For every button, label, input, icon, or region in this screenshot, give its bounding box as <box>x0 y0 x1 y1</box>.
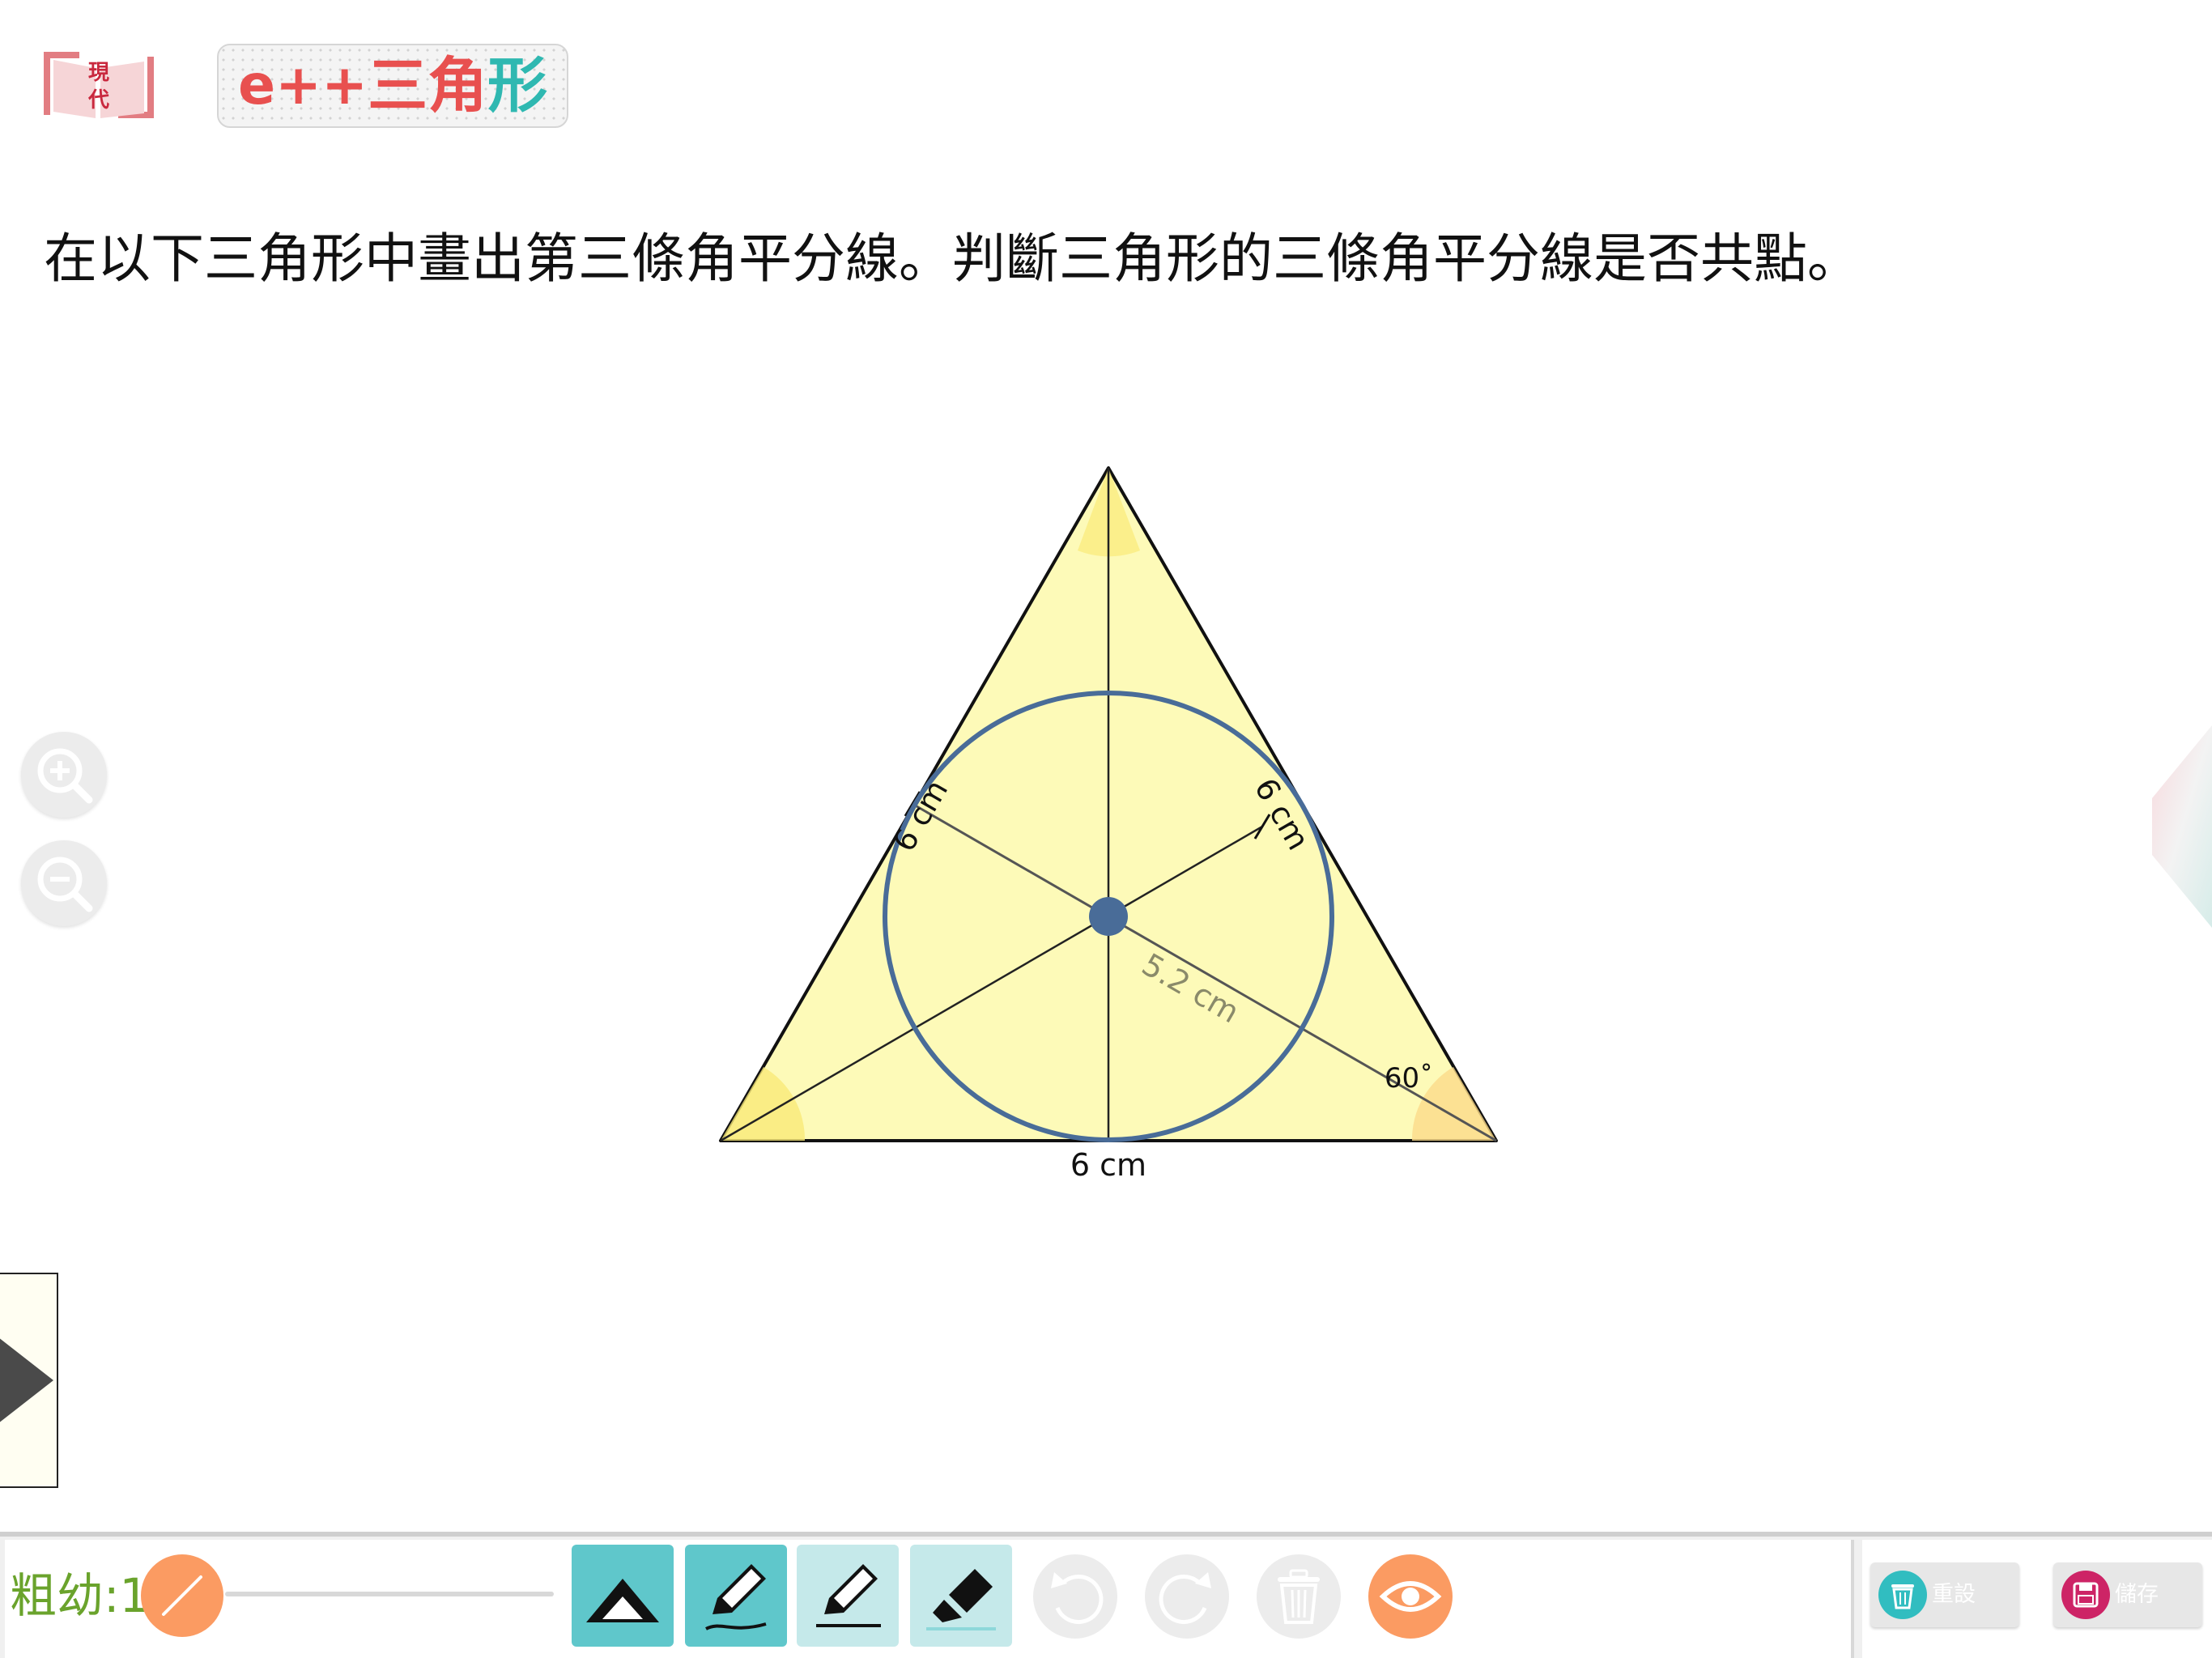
side-panel-toggle[interactable] <box>0 1273 58 1488</box>
app-title-badge: e++ 三角形 <box>217 44 568 128</box>
incircle <box>883 691 1334 1142</box>
stroke-color-button[interactable] <box>141 1554 223 1637</box>
app-title-char: 角 <box>428 51 488 121</box>
trash-icon <box>1878 1571 1927 1619</box>
zoom-out-icon <box>37 857 93 912</box>
app-title: 三角形 <box>368 56 547 116</box>
save-button[interactable]: 儲存 <box>2053 1562 2202 1627</box>
apex-angle-marker <box>1078 468 1140 557</box>
base-right-angle-marker <box>1411 1067 1496 1141</box>
redo-icon <box>1159 1572 1211 1624</box>
bisector-length-label: 5.2 cm <box>1136 946 1245 1030</box>
shape-tool-button[interactable] <box>572 1545 674 1647</box>
marker-icon <box>926 1569 996 1630</box>
publisher-logo: 現 代 <box>44 52 154 118</box>
show-answer-button[interactable] <box>1368 1554 1453 1639</box>
logo-char-1: 現 <box>88 61 109 85</box>
reset-button[interactable]: 重設 <box>1870 1562 2019 1627</box>
zoom-in-button[interactable] <box>21 732 107 818</box>
bisector-tick-right <box>1253 814 1271 840</box>
right-angle-bisector <box>912 802 1497 1142</box>
undo-button[interactable] <box>1033 1554 1117 1639</box>
shape-tool-icon <box>586 1579 659 1622</box>
side-length-label-right: 6 cm <box>1248 772 1317 857</box>
incenter-point[interactable] <box>1089 897 1128 936</box>
left-angle-bisector <box>720 825 1263 1142</box>
eye-icon <box>1379 1581 1442 1612</box>
pen-icon <box>705 1564 767 1630</box>
angle-label: 60˚ <box>1385 1062 1433 1095</box>
expand-arrow-icon <box>0 1338 53 1422</box>
app-title-char: 形 <box>487 51 548 121</box>
pen-tool-button[interactable] <box>685 1545 787 1647</box>
trash-icon <box>1278 1569 1320 1624</box>
undo-icon <box>1051 1572 1104 1624</box>
question-text: 在以下三角形中畫出第三條角平分線。判斷三角形的三條角平分線是否共點。 <box>44 227 1861 290</box>
redo-button[interactable] <box>1145 1554 1229 1639</box>
equilateral-triangle <box>719 466 1498 1142</box>
marker-tool-button[interactable] <box>910 1545 1012 1647</box>
zoom-in-icon <box>37 748 93 804</box>
stroke-thickness-label: 粗幼:1 <box>10 1568 150 1623</box>
logo-char-2: 代 <box>87 88 109 113</box>
line-icon <box>162 1575 202 1616</box>
next-page-arrow-icon <box>2152 725 2212 928</box>
app-title-char: 三 <box>368 51 428 121</box>
next-page-tab[interactable] <box>2152 725 2212 928</box>
base-length-label: 6 cm <box>1070 1147 1146 1183</box>
reset-label: 重設 <box>1932 1582 1976 1607</box>
pencil-tool-button[interactable] <box>797 1545 899 1647</box>
side-length-label-left: 6 cm <box>886 774 955 858</box>
app-title-prefix: e++ <box>238 53 368 117</box>
bisector-tick-left <box>904 791 921 817</box>
floppy-disk-icon <box>2061 1571 2110 1619</box>
thickness-slider[interactable] <box>225 1592 554 1596</box>
base-left-angle-marker <box>721 1067 806 1141</box>
save-label: 儲存 <box>2115 1582 2159 1607</box>
zoom-out-button[interactable] <box>21 840 107 926</box>
pencil-icon <box>816 1564 881 1627</box>
clear-canvas-button[interactable] <box>1257 1554 1341 1639</box>
